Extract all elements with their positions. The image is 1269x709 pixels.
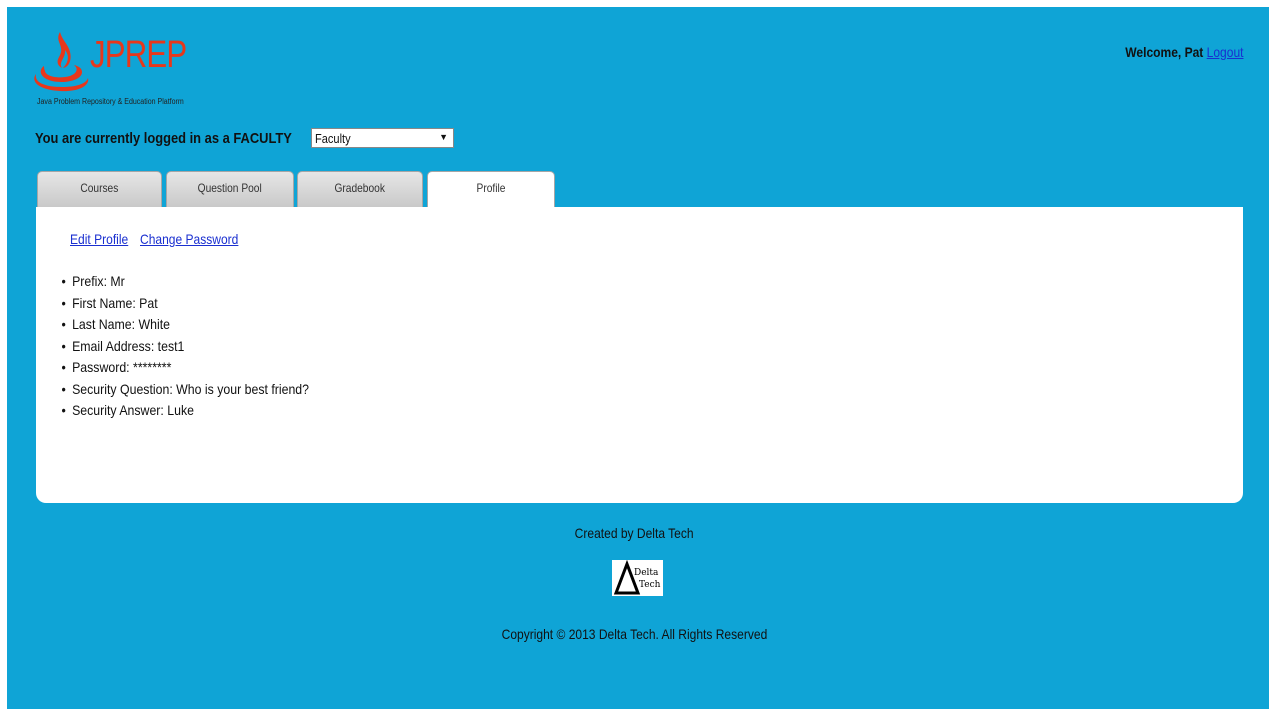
delta-logo-word-2: Tech xyxy=(639,580,661,590)
tab-gradebook[interactable]: Gradebook xyxy=(297,171,423,207)
footer-copyright: Copyright © 2013 Delta Tech. All Rights … xyxy=(0,626,1269,642)
profile-panel: Edit Profile Change Password Prefix: Mr … xyxy=(36,207,1243,503)
logo-subtitle: Java Problem Repository & Education Plat… xyxy=(37,97,184,106)
delta-tech-logo: Delta Tech xyxy=(612,559,663,596)
tab-courses[interactable]: Courses xyxy=(37,171,162,207)
welcome-text: Welcome, Pat xyxy=(1124,44,1203,60)
role-select-value: Faculty xyxy=(315,131,351,146)
logout-link[interactable]: Logout xyxy=(1206,44,1243,60)
tab-question-pool-label: Question Pool xyxy=(197,181,263,195)
profile-actions: Edit Profile Change Password xyxy=(70,231,254,247)
welcome-area: Welcome, Pat Logout xyxy=(1125,44,1243,60)
profile-prefix: Prefix: Mr xyxy=(58,273,309,295)
dropdown-arrow-icon: ▼ xyxy=(439,132,448,142)
profile-security-question: Security Question: Who is your best frie… xyxy=(58,381,309,403)
change-password-link[interactable]: Change Password xyxy=(140,231,238,247)
edit-profile-link[interactable]: Edit Profile xyxy=(70,231,128,247)
footer-created-by: Created by Delta Tech xyxy=(0,525,1269,541)
role-status-text: You are currently logged in as a FACULTY xyxy=(35,130,292,147)
profile-first-name: First Name: Pat xyxy=(58,295,309,317)
tab-question-pool[interactable]: Question Pool xyxy=(166,171,294,207)
jprep-logo[interactable]: JPREP Java Problem Repository & Educatio… xyxy=(32,30,232,108)
profile-password: Password: ******** xyxy=(58,359,309,381)
delta-icon: Delta Tech xyxy=(613,559,661,595)
logo-title: JPREP xyxy=(90,34,187,76)
tab-gradebook-label: Gradebook xyxy=(334,181,386,195)
delta-logo-word-1: Delta xyxy=(634,568,659,578)
footer-copyright-text: Copyright © 2013 Delta Tech. All Rights … xyxy=(501,626,768,642)
profile-details-list: Prefix: Mr First Name: Pat Last Name: Wh… xyxy=(58,273,343,424)
tab-courses-label: Courses xyxy=(80,181,119,195)
role-select[interactable]: Faculty ▼ xyxy=(311,128,454,148)
tab-profile-label: Profile xyxy=(476,181,506,195)
profile-security-answer: Security Answer: Luke xyxy=(58,402,309,424)
profile-last-name: Last Name: White xyxy=(58,316,309,338)
profile-email: Email Address: test1 xyxy=(58,338,309,360)
tab-profile[interactable]: Profile xyxy=(427,171,555,208)
footer-created-text: Created by Delta Tech xyxy=(575,525,694,541)
flame-icon xyxy=(34,32,89,92)
